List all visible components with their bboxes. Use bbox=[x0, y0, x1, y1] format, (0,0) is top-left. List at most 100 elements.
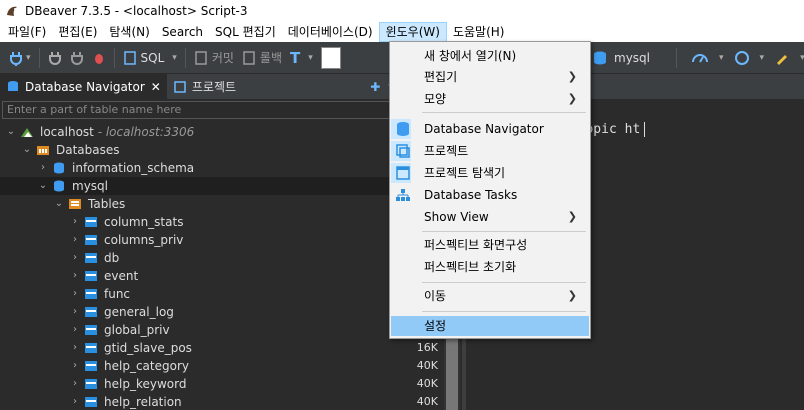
menu-item-editor[interactable]: 편집기 ❯ bbox=[391, 67, 589, 87]
menu-help[interactable]: 도움말(H) bbox=[447, 22, 511, 42]
commit-button[interactable]: 커밋 bbox=[190, 46, 238, 70]
tree-node-label: event bbox=[104, 269, 139, 283]
collapse-arrow-icon[interactable]: › bbox=[70, 231, 80, 249]
table-row[interactable]: › general_log bbox=[0, 303, 444, 321]
collapse-arrow-icon[interactable]: › bbox=[70, 303, 80, 321]
projects-icon bbox=[396, 144, 410, 158]
text-cursor bbox=[644, 122, 654, 137]
table-filter-input[interactable]: Enter a part of table name here bbox=[2, 101, 442, 119]
tree-node-localhost[interactable]: ⌄ localhost - localhost:3306 bbox=[0, 123, 444, 141]
tables-folder-icon bbox=[69, 199, 81, 209]
collapse-arrow-icon[interactable]: › bbox=[70, 393, 80, 410]
tasks-icon[interactable] bbox=[734, 50, 750, 66]
chevron-down-icon: ▾ bbox=[172, 52, 177, 63]
rollback-label: 롤백 bbox=[259, 51, 282, 65]
menu-search[interactable]: Search bbox=[156, 22, 209, 42]
folder-icon bbox=[37, 146, 49, 155]
table-row[interactable]: › db bbox=[0, 249, 444, 267]
collapse-arrow-icon[interactable]: › bbox=[70, 213, 80, 231]
menu-item-reset-perspective[interactable]: 퍼스펙티브 초기화 bbox=[391, 257, 589, 277]
table-row[interactable]: › event bbox=[0, 267, 444, 285]
toolbar-combo-input[interactable] bbox=[320, 46, 341, 69]
chevron-right-icon: ❯ bbox=[567, 70, 577, 83]
table-icon bbox=[85, 289, 97, 299]
menu-item-projects[interactable]: 프로젝트 bbox=[391, 141, 589, 161]
tree-node-mysql[interactable]: ⌄ mysql bbox=[0, 177, 444, 195]
table-row[interactable]: › columns_priv bbox=[0, 231, 444, 249]
tab-projects[interactable]: 프로젝트 bbox=[167, 74, 242, 99]
menu-item-project-explorer[interactable]: 프로젝트 탐색기 bbox=[391, 163, 589, 183]
tree-node-label: help_category bbox=[104, 359, 189, 373]
collapse-arrow-icon[interactable]: › bbox=[70, 285, 80, 303]
menu-item-show-view[interactable]: Show View ❯ bbox=[391, 207, 589, 227]
menu-file[interactable]: 파일(F) bbox=[2, 22, 52, 42]
active-database-label: mysql bbox=[614, 51, 650, 65]
close-icon[interactable]: ✕ bbox=[151, 80, 161, 94]
menu-database[interactable]: 데이터베이스(D) bbox=[282, 22, 379, 42]
expand-arrow-icon[interactable]: ⌄ bbox=[22, 141, 32, 159]
collapse-arrow-icon[interactable]: › bbox=[70, 267, 80, 285]
menu-separator bbox=[422, 231, 586, 232]
new-connection-icon[interactable]: ✚ bbox=[370, 80, 380, 94]
collapse-arrow-icon[interactable]: › bbox=[70, 375, 80, 393]
tree-node-tables[interactable]: ⌄ Tables bbox=[0, 195, 444, 213]
collapse-arrow-icon[interactable]: › bbox=[38, 159, 48, 177]
pencil-icon[interactable] bbox=[774, 50, 790, 66]
menu-navigate[interactable]: 탐색(N) bbox=[103, 22, 155, 42]
disconnect-icon bbox=[70, 51, 83, 65]
expand-arrow-icon[interactable]: ⌄ bbox=[38, 177, 48, 195]
menu-window[interactable]: 윈도우(W) bbox=[378, 22, 447, 42]
menu-item-appearance[interactable]: 모양 ❯ bbox=[391, 89, 589, 109]
disconnect-button[interactable] bbox=[66, 46, 88, 70]
sql-file-icon bbox=[123, 50, 136, 65]
menu-separator bbox=[422, 112, 586, 113]
menu-bar: 파일(F) 편집(E) 탐색(N) Search SQL 편집기 데이터베이스(… bbox=[0, 22, 804, 42]
new-connection-button[interactable]: ▾ bbox=[4, 46, 35, 70]
tree-node-label: global_priv bbox=[104, 323, 170, 337]
toolbar-separator bbox=[113, 47, 115, 68]
plug-icon bbox=[10, 51, 22, 66]
expand-arrow-icon[interactable]: ⌄ bbox=[6, 123, 16, 141]
project-explorer-icon bbox=[396, 166, 410, 180]
menu-item-navigation[interactable]: 이동 ❯ bbox=[391, 286, 589, 306]
collapse-arrow-icon[interactable]: › bbox=[70, 339, 80, 357]
rollback-button[interactable]: 롤백 bbox=[238, 46, 286, 70]
tree-node-label: information_schema bbox=[72, 161, 195, 175]
connect-plug-icon bbox=[48, 51, 61, 65]
connection-icon bbox=[21, 128, 33, 137]
table-row[interactable]: › column_stats bbox=[0, 213, 444, 231]
tree-node-databases[interactable]: ⌄ Databases bbox=[0, 141, 444, 159]
connect-button[interactable] bbox=[44, 46, 66, 70]
collapse-arrow-icon[interactable]: › bbox=[70, 249, 80, 267]
table-row[interactable]: › gtid_slave_pos 16K bbox=[0, 339, 444, 357]
menu-item-database-navigator[interactable]: Database Navigator bbox=[391, 119, 589, 139]
table-row[interactable]: › help_category 40K bbox=[0, 357, 444, 375]
menu-item-preferences[interactable]: 설정 bbox=[391, 316, 589, 336]
tree-node-label: columns_priv bbox=[104, 233, 184, 247]
dashboard-icon[interactable] bbox=[691, 50, 709, 66]
table-row[interactable]: › func bbox=[0, 285, 444, 303]
menu-item-customize-perspective[interactable]: 퍼스펙티브 화면구성 bbox=[391, 235, 589, 255]
table-row[interactable]: › help_keyword 40K bbox=[0, 375, 444, 393]
transaction-mode-button[interactable]: T ▾ bbox=[286, 46, 317, 70]
tree-node-information-schema[interactable]: › information_schema bbox=[0, 159, 444, 177]
expand-arrow-icon[interactable]: ⌄ bbox=[54, 195, 64, 213]
table-row[interactable]: › help_relation 40K bbox=[0, 393, 444, 410]
database-icon bbox=[54, 180, 64, 192]
collapse-arrow-icon[interactable]: › bbox=[70, 357, 80, 375]
menu-item-new-window[interactable]: 새 창에서 열기(N) bbox=[391, 46, 589, 66]
menu-edit[interactable]: 편집(E) bbox=[52, 22, 103, 42]
tree-node-label: db bbox=[104, 251, 120, 265]
title-bar: DBeaver 7.3.5 - <localhost> Script-3 bbox=[0, 0, 804, 22]
tab-database-navigator[interactable]: Database Navigator ✕ bbox=[0, 74, 167, 99]
collapse-arrow-icon[interactable]: › bbox=[70, 321, 80, 339]
database-icon bbox=[594, 51, 606, 65]
active-database-selector[interactable]: mysql bbox=[592, 46, 650, 70]
tree-node-label: column_stats bbox=[104, 215, 184, 229]
sql-editor-button[interactable]: SQL ▾ bbox=[119, 46, 181, 70]
invalidate-button[interactable] bbox=[88, 46, 110, 70]
menu-sql-editor[interactable]: SQL 편집기 bbox=[209, 22, 282, 42]
menu-item-database-tasks[interactable]: Database Tasks bbox=[391, 185, 589, 205]
table-row[interactable]: › global_priv bbox=[0, 321, 444, 339]
navigator-tree: ⌄ localhost - localhost:3306 ⌄ Databases… bbox=[0, 121, 444, 410]
